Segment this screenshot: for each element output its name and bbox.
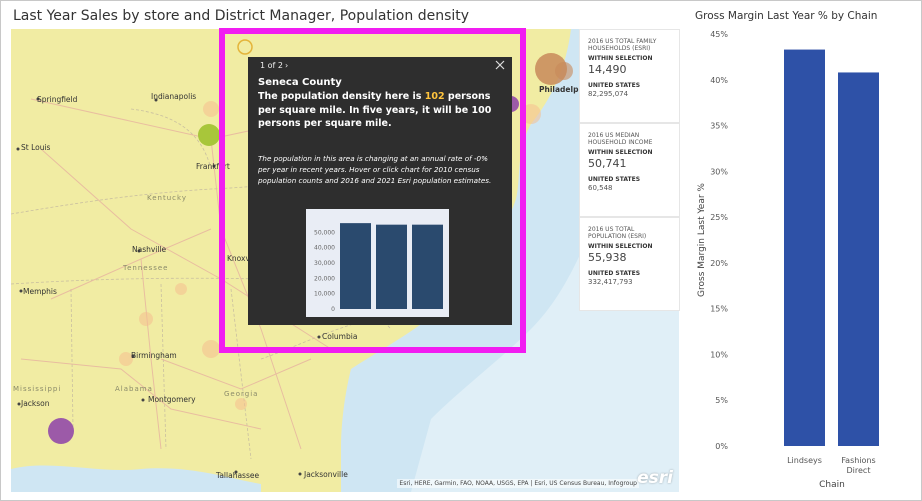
popup-chart-tick-label: 10,000 <box>314 291 335 298</box>
popup-chart-bar <box>376 224 407 309</box>
gross-margin-bar-chart[interactable]: 45% 40% 35% 30% 25% 20% 15% 10% 5% 0% Gross Margin… <box>690 24 918 494</box>
card-within-label: WITHIN SELECTION <box>588 55 653 62</box>
card-title: 2016 US TOTAL FAMILY HOUSEHOLDS (ESRI) <box>588 38 657 52</box>
pager-text: 1 of 2 <box>260 61 283 70</box>
city-label: Nashville <box>132 245 167 254</box>
city-label: Birmingham <box>131 351 177 360</box>
city-label: St Louis <box>21 143 51 152</box>
popup-chart-tick-label: 40,000 <box>314 245 335 252</box>
popup-density-text: The population density here is 102 perso… <box>258 90 502 131</box>
card-title: 2016 US MEDIAN HOUSEHOLD INCOME <box>588 132 653 146</box>
card-within-value: 50,741 <box>588 157 627 170</box>
state-label: Alabama <box>115 385 153 393</box>
city-label: Jackson <box>21 399 50 408</box>
y-tick-label: 0% <box>715 442 728 451</box>
city-label: Montgomery <box>148 395 196 404</box>
popup-text-before: The population density here is <box>258 91 425 102</box>
map-bubble-olive[interactable] <box>198 124 220 146</box>
popup-chart-tick-label: 20,000 <box>314 275 335 282</box>
popup-density-value: 102 <box>424 91 445 102</box>
map-bubble-purple[interactable] <box>48 418 74 444</box>
card-within-label: WITHIN SELECTION <box>588 243 653 250</box>
popup-population-chart[interactable]: 50,000 40,000 30,000 20,000 10,000 0 <box>306 209 449 317</box>
city-label: Memphis <box>23 287 57 296</box>
y-tick-label: 20% <box>710 259 728 268</box>
card-title: 2016 US TOTAL POPULATION (ESRI) <box>588 226 647 240</box>
popup-chart-bar <box>412 224 443 309</box>
card-us-label: UNITED STATES <box>588 176 641 183</box>
map-title: Last Year Sales by store and District Ma… <box>13 8 470 24</box>
state-label: Tennessee <box>123 264 169 272</box>
y-tick-label: 5% <box>715 396 728 405</box>
bar-fashions-direct <box>838 72 879 446</box>
state-label: Mississippi <box>13 385 62 393</box>
card-us-value: 82,295,074 <box>588 90 629 98</box>
card-us-value: 332,417,793 <box>588 278 633 286</box>
popup-chart-bar <box>340 223 371 309</box>
y-axis-label: Gross Margin Last Year % <box>697 183 707 297</box>
popup-note: The population in this area is changing … <box>258 154 492 185</box>
city-label: Springfield <box>37 95 78 104</box>
x-tick-label: Lindseys <box>787 456 822 465</box>
map-attribution: Esri, HERE, Garmin, FAO, NOAA, USGS, EPA… <box>397 479 639 488</box>
x-axis-label: Chain <box>819 480 845 490</box>
info-card-total-population[interactable]: 2016 US TOTAL POPULATION (ESRI) WITHIN S… <box>579 217 680 311</box>
popup-title: Seneca County <box>258 77 342 88</box>
city-label: Indianapolis <box>151 92 197 101</box>
y-tick-label: 10% <box>710 350 728 359</box>
card-us-value: 60,548 <box>588 184 613 192</box>
y-tick-label: 25% <box>710 213 728 222</box>
infographic-cards: 2016 US TOTAL FAMILY HOUSEHOLDS (ESRI) W… <box>579 29 680 311</box>
card-within-value: 55,938 <box>588 251 627 264</box>
card-within-label: WITHIN SELECTION <box>588 149 653 156</box>
bar-chart-title: Gross Margin Last Year % by Chain <box>695 10 878 22</box>
popup-chart-tick-label: 30,000 <box>314 260 335 267</box>
y-tick-label: 35% <box>710 122 728 131</box>
info-card-median-income[interactable]: 2016 US MEDIAN HOUSEHOLD INCOME WITHIN S… <box>579 123 680 217</box>
popup-chart-tick-label: 50,000 <box>314 229 335 236</box>
bar-lindseys <box>784 49 825 446</box>
info-card-family-households[interactable]: 2016 US TOTAL FAMILY HOUSEHOLDS (ESRI) W… <box>579 29 680 123</box>
state-label: Kentucky <box>147 194 187 202</box>
chevron-right-icon[interactable]: › <box>285 61 288 70</box>
city-label: Jacksonville <box>304 470 348 479</box>
card-us-label: UNITED STATES <box>588 270 641 277</box>
card-us-label: UNITED STATES <box>588 82 641 89</box>
city-label: Tallahassee <box>216 471 260 480</box>
popup-chart-tick-label: 0 <box>331 306 335 313</box>
x-tick-label: Direct <box>847 466 871 475</box>
popup-pager[interactable]: 1 of 2 › <box>260 61 288 70</box>
y-tick-label: 15% <box>710 305 728 314</box>
card-within-value: 14,490 <box>588 63 627 76</box>
y-tick-label: 45% <box>710 30 728 39</box>
map-popup[interactable]: 1 of 2 › Seneca County The population den… <box>248 57 512 325</box>
x-tick-label: Fashions <box>841 456 875 465</box>
state-label: Georgia <box>224 390 259 398</box>
y-tick-label: 30% <box>710 167 728 176</box>
close-icon[interactable] <box>495 60 505 70</box>
y-tick-label: 40% <box>710 76 728 85</box>
esri-logo: esri <box>637 468 673 488</box>
